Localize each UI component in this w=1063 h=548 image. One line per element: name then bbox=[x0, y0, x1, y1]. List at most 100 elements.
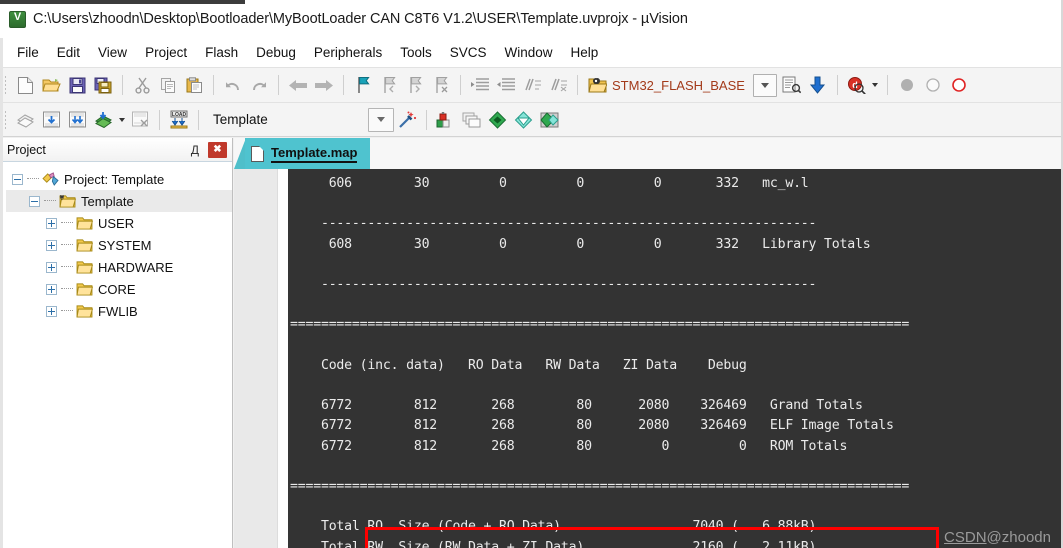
download-load-icon[interactable]: LOAD bbox=[166, 107, 192, 133]
tree-item-fwlib[interactable]: FWLIB bbox=[6, 300, 232, 322]
map-text: 606 30 0 0 0 332 mc_w.l ----------------… bbox=[290, 176, 910, 548]
window-title: C:\Users\zhoodn\Desktop\Bootloader\MyBoo… bbox=[33, 11, 688, 27]
batch-build-caret-icon[interactable] bbox=[116, 107, 127, 133]
target-folder-icon bbox=[59, 194, 76, 208]
insert-bookmark-icon[interactable] bbox=[350, 72, 376, 98]
tree-item-label: CORE bbox=[98, 281, 136, 297]
toolbar-separator bbox=[278, 75, 279, 95]
build-target-label: Template bbox=[213, 112, 268, 127]
breakpoint-filled-icon bbox=[894, 72, 920, 98]
build-target-icon[interactable] bbox=[38, 107, 64, 133]
expand-expander-icon[interactable] bbox=[46, 261, 57, 273]
menu-help[interactable]: Help bbox=[562, 42, 608, 63]
paste-icon[interactable] bbox=[181, 72, 207, 98]
menu-debug[interactable]: Debug bbox=[247, 42, 305, 63]
configure-target-icon[interactable] bbox=[584, 72, 610, 98]
watermark-prefix: CSDN bbox=[944, 529, 987, 546]
folder-icon bbox=[76, 261, 93, 274]
tree-item-project-template[interactable]: Project: Template bbox=[6, 168, 232, 190]
pack-installer-teal-icon[interactable] bbox=[511, 107, 537, 133]
toolbar-separator bbox=[425, 109, 427, 130]
translate-file-icon bbox=[12, 107, 38, 133]
close-icon[interactable]: ✖ bbox=[208, 141, 227, 158]
tree-item-system[interactable]: SYSTEM bbox=[6, 234, 232, 256]
indent-icon bbox=[467, 72, 493, 98]
save-icon[interactable] bbox=[64, 72, 90, 98]
tree-item-label: SYSTEM bbox=[98, 237, 152, 253]
expand-expander-icon[interactable] bbox=[46, 283, 57, 295]
rebuild-all-icon[interactable] bbox=[64, 107, 90, 133]
undo-icon bbox=[220, 72, 246, 98]
toolbar-separator bbox=[159, 109, 160, 130]
project-panel-title: Project bbox=[7, 142, 46, 157]
copy-icon bbox=[155, 72, 181, 98]
menu-flash[interactable]: Flash bbox=[196, 42, 247, 63]
project-icon bbox=[42, 172, 59, 186]
pack-installer-mixed-icon[interactable] bbox=[537, 107, 563, 133]
navigate-forward-icon bbox=[311, 72, 337, 98]
manage-project-items-icon[interactable] bbox=[779, 72, 805, 98]
tree-connector bbox=[44, 200, 56, 202]
tree-connector bbox=[61, 288, 73, 290]
folder-icon bbox=[76, 239, 93, 252]
open-file-icon[interactable] bbox=[38, 72, 64, 98]
tree-item-core[interactable]: CORE bbox=[6, 278, 232, 300]
tree-item-label: FWLIB bbox=[98, 303, 138, 319]
menu-peripherals[interactable]: Peripherals bbox=[305, 42, 391, 63]
collapse-expander-icon[interactable] bbox=[29, 195, 40, 207]
folder-icon bbox=[76, 217, 93, 230]
toolbar-grip[interactable] bbox=[4, 75, 7, 95]
title-bar: C:\Users\zhoodn\Desktop\Bootloader\MyBoo… bbox=[0, 0, 1063, 39]
menu-view[interactable]: View bbox=[89, 42, 136, 63]
comment-icon bbox=[519, 72, 545, 98]
tree-item-user[interactable]: USER bbox=[6, 212, 232, 234]
build-target-dropdown-icon[interactable] bbox=[367, 107, 394, 132]
menu-window[interactable]: Window bbox=[495, 42, 561, 63]
editor-area: Template.map 606 30 0 0 0 332 mc_w.l ---… bbox=[234, 138, 1063, 548]
debug-dropdown-caret-icon[interactable] bbox=[870, 72, 881, 98]
watermark: CSDN@zhoodn bbox=[944, 529, 1051, 546]
toolbar-separator bbox=[343, 75, 344, 95]
map-file-content[interactable]: 606 30 0 0 0 332 mc_w.l ----------------… bbox=[288, 169, 1063, 548]
build-toolbar: LOAD Template bbox=[0, 102, 1063, 137]
save-all-icon[interactable] bbox=[90, 72, 116, 98]
tree-connector bbox=[61, 222, 73, 224]
manage-components-icon[interactable] bbox=[433, 107, 459, 133]
menu-edit[interactable]: Edit bbox=[48, 42, 89, 63]
tab-template-map[interactable]: Template.map bbox=[245, 138, 371, 169]
pin-icon[interactable]: Д bbox=[186, 141, 204, 159]
collapse-expander-icon[interactable] bbox=[12, 173, 23, 185]
toolbar-separator bbox=[122, 75, 123, 95]
menu-svcs[interactable]: SVCS bbox=[441, 42, 496, 63]
watermark-suffix: @zhoodn bbox=[986, 529, 1051, 546]
run-to-cursor-icon[interactable] bbox=[805, 72, 831, 98]
toolbar-separator bbox=[577, 75, 578, 95]
expand-expander-icon[interactable] bbox=[46, 239, 57, 251]
editor-margin-gutter bbox=[234, 169, 278, 548]
toolbar-separator bbox=[886, 75, 888, 95]
code-view: 606 30 0 0 0 332 mc_w.l ----------------… bbox=[234, 169, 1063, 548]
target-options-wand-icon[interactable] bbox=[394, 107, 420, 133]
tree-connector bbox=[27, 178, 39, 180]
pack-installer-green-icon[interactable] bbox=[485, 107, 511, 133]
folder-icon bbox=[76, 305, 93, 318]
new-file-icon[interactable] bbox=[12, 72, 38, 98]
tree-item-template[interactable]: Template bbox=[6, 190, 232, 212]
expand-expander-icon[interactable] bbox=[46, 217, 57, 229]
tree-item-hardware[interactable]: HARDWARE bbox=[6, 256, 232, 278]
expand-expander-icon[interactable] bbox=[46, 305, 57, 317]
close-glyph: ✖ bbox=[213, 143, 222, 155]
menu-tools[interactable]: Tools bbox=[391, 42, 441, 63]
menu-project[interactable]: Project bbox=[136, 42, 196, 63]
stop-build-icon bbox=[127, 107, 153, 133]
editor-fold-gutter bbox=[278, 169, 288, 548]
debug-session-icon[interactable]: d bbox=[844, 72, 870, 98]
batch-build-icon[interactable] bbox=[90, 107, 116, 133]
folder-icon bbox=[76, 283, 93, 296]
toolbar-grip[interactable] bbox=[4, 109, 7, 130]
menu-file[interactable]: File bbox=[8, 42, 48, 63]
target-dropdown-icon[interactable] bbox=[752, 73, 777, 97]
clear-bookmarks-icon bbox=[428, 72, 454, 98]
previous-bookmark-icon bbox=[376, 72, 402, 98]
uncomment-icon bbox=[545, 72, 571, 98]
